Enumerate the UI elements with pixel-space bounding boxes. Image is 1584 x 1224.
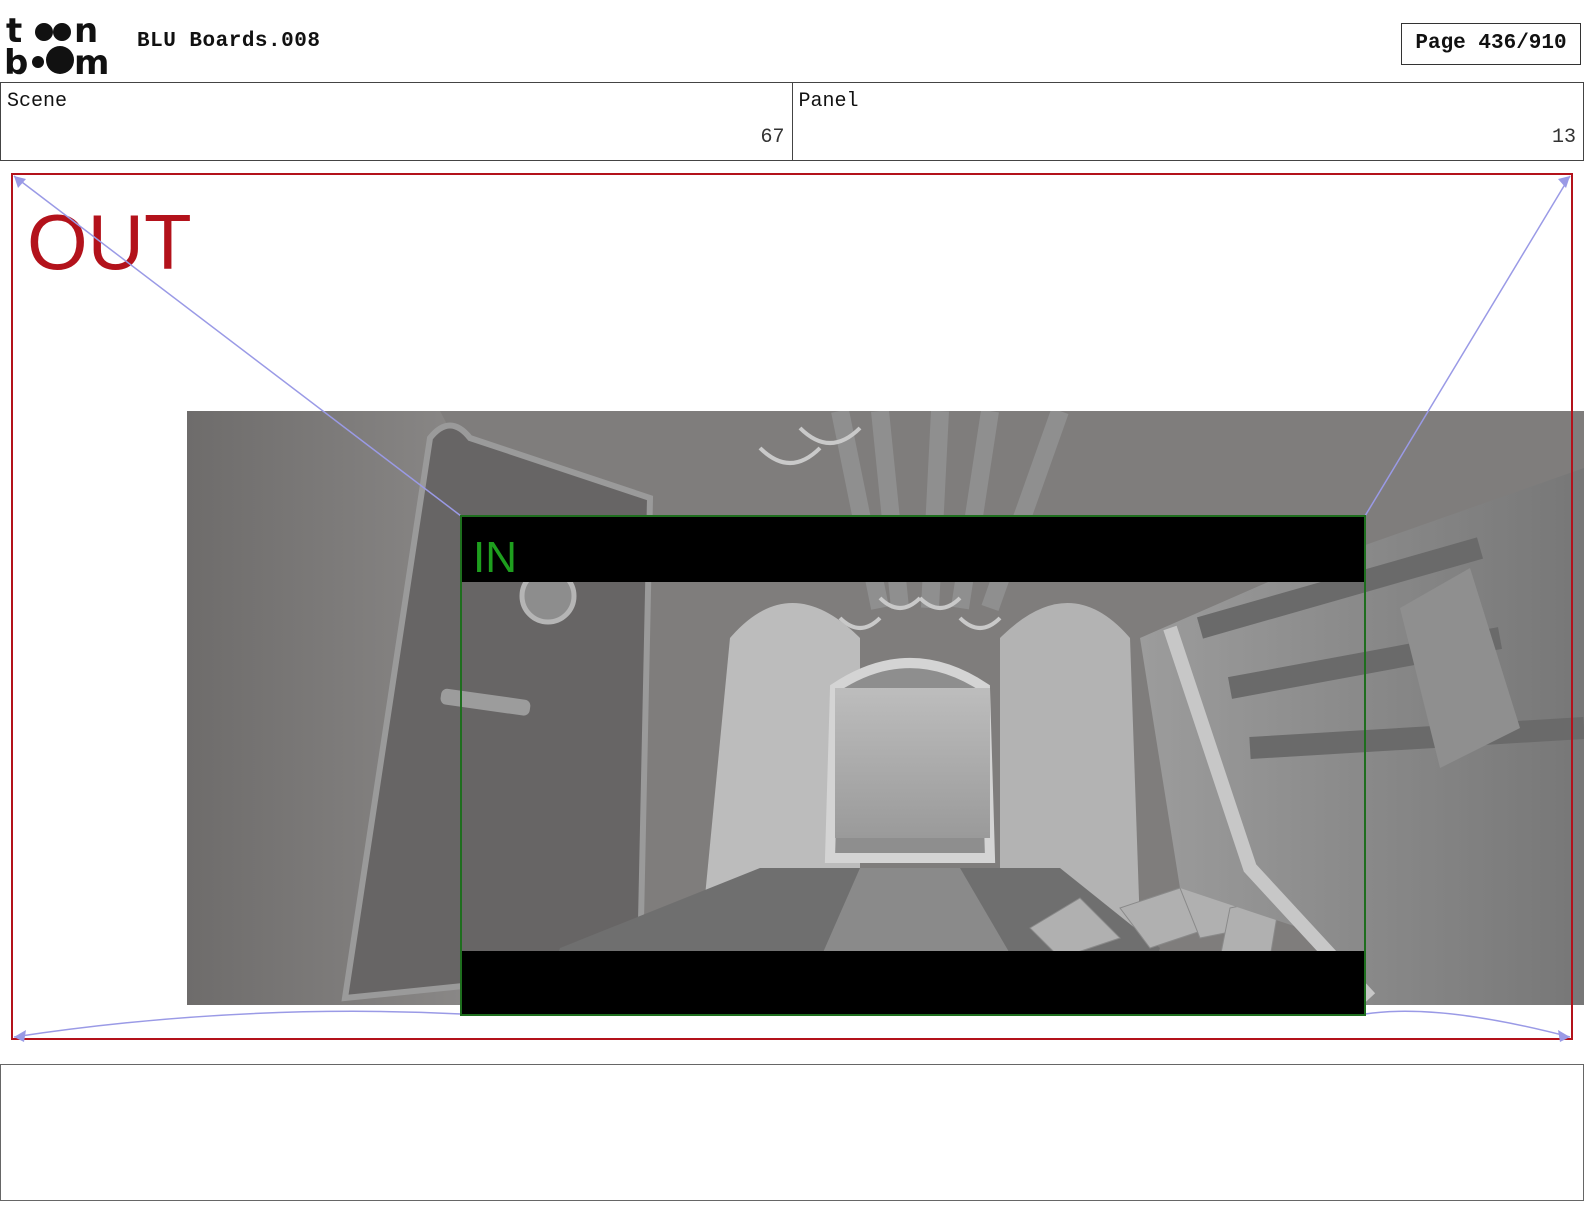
document-title: BLU Boards.008 xyxy=(137,30,321,53)
scene-label: Scene xyxy=(7,90,68,113)
storyboard-panel: OUT IN xyxy=(0,168,1584,1056)
panel-label: Panel xyxy=(798,90,859,113)
panel-value: 13 xyxy=(1551,126,1576,149)
out-label: OUT xyxy=(27,198,192,286)
logo-dot-icon xyxy=(53,23,71,41)
panel-cell: Panel 13 xyxy=(791,83,1584,160)
logo-dot-icon xyxy=(35,23,53,41)
letterbox-bottom xyxy=(461,951,1365,1015)
panel-drawing: OUT IN xyxy=(11,173,1584,1042)
scene-value: 67 xyxy=(760,126,785,149)
logo-dot-icon xyxy=(46,46,74,74)
letterbox-top xyxy=(461,516,1365,582)
logo-letter-m: m xyxy=(74,43,109,76)
page-indicator: Page 436/910 xyxy=(1401,23,1581,65)
notes-box[interactable] xyxy=(0,1064,1584,1201)
toonboom-logo: t n b m xyxy=(4,12,109,76)
scene-panel-table: Scene 67 Panel 13 xyxy=(0,82,1584,161)
in-label: IN xyxy=(473,533,517,582)
logo-letter-b: b xyxy=(4,43,28,76)
scene-cell: Scene 67 xyxy=(1,83,792,160)
logo-dot-icon xyxy=(32,56,44,68)
